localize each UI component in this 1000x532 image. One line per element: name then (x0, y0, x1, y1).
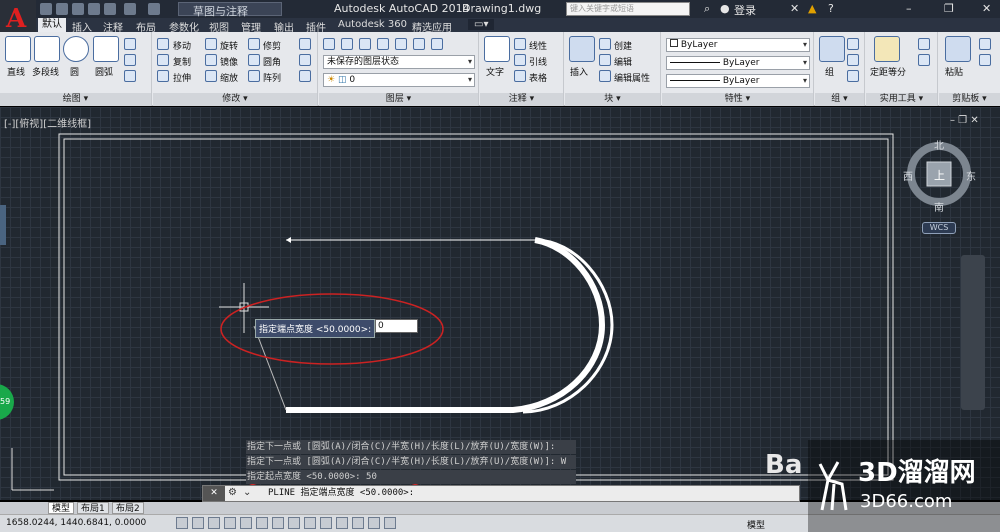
grid-icon[interactable] (208, 517, 220, 529)
navigation-bar[interactable] (961, 255, 985, 410)
tab-model[interactable]: 模型 (48, 502, 75, 514)
dynamic-input-prompt: 指定端点宽度 <50.0000>: (255, 319, 376, 338)
selection-cycling-icon[interactable] (384, 517, 396, 529)
compass-north[interactable]: 北 (934, 137, 944, 152)
otrack-icon[interactable] (288, 517, 300, 529)
command-prompt-text[interactable]: PLINE 指定端点宽度 <50.0000>: (268, 486, 414, 501)
dynamic-input-field[interactable]: 0 (375, 319, 418, 333)
polar-icon[interactable] (240, 517, 252, 529)
viewcube-top-label[interactable]: 上 (934, 167, 945, 183)
recent-commands-icon[interactable]: ⌄ (243, 487, 251, 498)
command-close-icon[interactable]: ✕ (203, 486, 225, 501)
command-history-line: 指定下一点或 [圆弧(A)/闭合(C)/半宽(H)/长度(L)/放弃(U)/宽度… (246, 455, 576, 469)
command-settings-icon[interactable]: ⚙ (228, 487, 237, 498)
dyn-icon[interactable] (320, 517, 332, 529)
deer-logo-icon (818, 461, 848, 511)
tab-layout2[interactable]: 布局2 (112, 502, 144, 514)
autocad-window: 草图与注释 Autodesk AutoCAD 2014 Drawing1.dwg… (0, 0, 1000, 532)
watermark-brand: 3D溜溜网 (858, 458, 976, 488)
rubberband-line (253, 325, 287, 411)
compass-south[interactable]: 南 (934, 199, 944, 214)
infer-constraints-icon[interactable] (176, 517, 188, 529)
transparency-icon[interactable] (352, 517, 364, 529)
command-history: 指定下一点或 [圆弧(A)/闭合(C)/半宽(H)/长度(L)/放弃(U)/宽度… (246, 440, 576, 485)
3d-osnap-icon[interactable] (272, 517, 284, 529)
compass-west[interactable]: 西 (903, 168, 913, 183)
osnap-icon[interactable] (256, 517, 268, 529)
cursor-coordinates[interactable]: 1658.0244, 1440.6841, 0.0000 (6, 518, 146, 528)
command-history-line: 指定起点宽度 <50.0000>: 50 (246, 470, 576, 484)
polyline-start-marker (286, 237, 291, 243)
watermark-domain: 3D66.com (860, 491, 953, 512)
wcs-menu[interactable]: WCS (922, 222, 956, 234)
quick-properties-icon[interactable] (368, 517, 380, 529)
ortho-icon[interactable] (224, 517, 236, 529)
lineweight-icon[interactable] (336, 517, 348, 529)
tab-layout1[interactable]: 布局1 (77, 502, 109, 514)
drawing-border-inner (63, 138, 889, 476)
command-history-line: 指定下一点或 [圆弧(A)/闭合(C)/半宽(H)/长度(L)/放弃(U)/宽度… (246, 440, 576, 454)
snap-icon[interactable] (192, 517, 204, 529)
drawing-border-outer (58, 133, 894, 481)
baidu-watermark: Ba (765, 450, 803, 480)
ducs-icon[interactable] (304, 517, 316, 529)
compass-east[interactable]: 东 (966, 168, 976, 183)
model-space-toggle[interactable]: 模型 (747, 518, 765, 531)
